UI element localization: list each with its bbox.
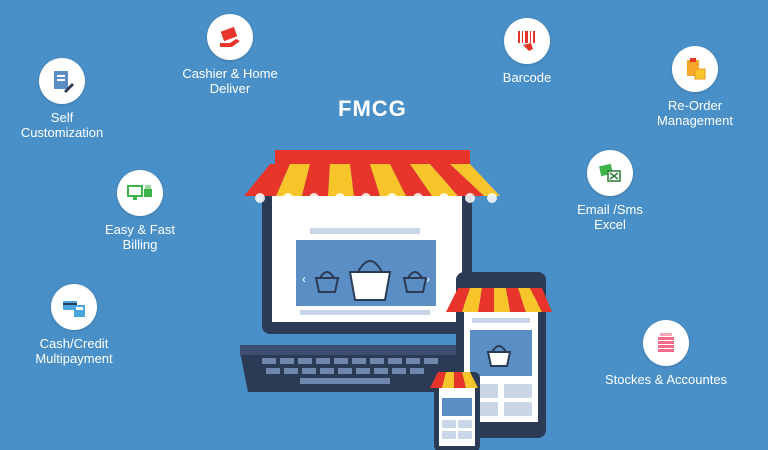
feature-reorder-management: Re-Order Management <box>640 46 750 128</box>
feature-label: Barcode <box>502 70 552 85</box>
feature-label: Easy & Fast Billing <box>104 222 176 252</box>
feature-label: Cash/Credit Multipayment <box>35 336 113 366</box>
feature-barcode: Barcode <box>482 18 572 85</box>
spreadsheet-icon <box>587 150 633 196</box>
feature-label: Email /Sms Excel <box>577 202 643 232</box>
document-edit-icon <box>39 58 85 104</box>
svg-text:‹: ‹ <box>302 272 306 286</box>
feature-easy-fast-billing: Easy & Fast Billing <box>90 170 190 252</box>
feature-label: Cashier & Home Deliver <box>182 66 278 96</box>
clipboard-box-icon <box>672 46 718 92</box>
feature-email-sms-excel: Email /Sms Excel <box>560 150 660 232</box>
delivery-hand-icon <box>207 14 253 60</box>
feature-label: Stockes & Accountes <box>604 372 728 387</box>
payment-icon <box>51 284 97 330</box>
feature-label: Re-Order Management <box>657 98 733 128</box>
feature-label: Self Customization <box>20 110 104 140</box>
feature-cashier-home-deliver: Cashier & Home Deliver <box>170 14 290 96</box>
phone-illustration <box>430 372 480 450</box>
feature-cash-credit-multipayment: Cash/Credit Multipayment <box>24 284 124 366</box>
stack-papers-icon <box>643 320 689 366</box>
feature-self-customization: Self Customization <box>12 58 112 140</box>
barcode-scanner-icon <box>504 18 550 64</box>
computer-printer-icon <box>117 170 163 216</box>
feature-stocks-accounts: Stockes & Accountes <box>596 320 736 387</box>
